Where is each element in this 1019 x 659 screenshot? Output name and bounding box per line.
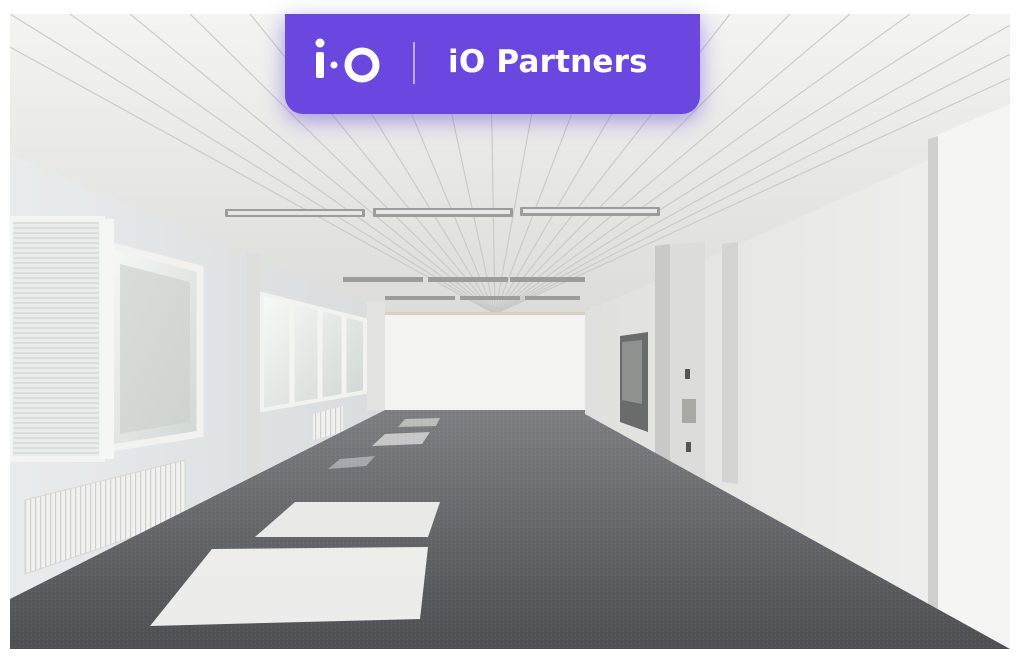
brand-name: iO Partners [448, 44, 648, 80]
brand-badge: iO Partners [285, 14, 700, 114]
io-logo-icon [315, 38, 380, 83]
badge-divider [413, 42, 415, 84]
